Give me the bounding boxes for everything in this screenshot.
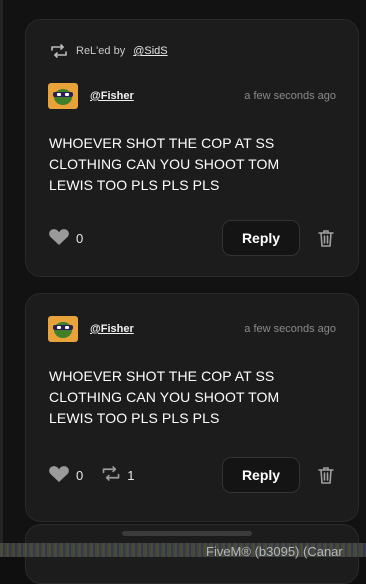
post-header: @Fisher a few seconds ago — [48, 316, 336, 342]
relay-user-link[interactable]: @SidS — [133, 45, 167, 57]
post-timestamp: a few seconds ago — [244, 90, 336, 102]
reply-button[interactable]: Reply — [222, 457, 300, 493]
window-edge — [0, 0, 3, 557]
relay-count: 1 — [127, 467, 135, 483]
post-actions: 0 1 Reply — [48, 456, 336, 494]
trash-icon[interactable] — [316, 228, 336, 248]
avatar[interactable] — [48, 83, 78, 109]
username-link[interactable]: @Fisher — [90, 90, 134, 102]
post-actions: 0 Reply — [48, 219, 336, 257]
scroll-handle[interactable] — [122, 531, 252, 536]
avatar[interactable] — [48, 316, 78, 342]
like-button[interactable]: 0 — [48, 228, 83, 249]
heart-icon — [48, 228, 70, 249]
relay-info: ReL'ed by @SidS — [50, 44, 168, 58]
post-timestamp: a few seconds ago — [244, 323, 336, 335]
post-message: WHOEVER SHOT THE COP AT SS CLOTHING CAN … — [49, 368, 280, 426]
feed: ReL'ed by @SidS @Fisher a few seconds ag… — [0, 0, 366, 584]
like-button[interactable]: 0 — [48, 465, 83, 486]
relay-icon — [50, 44, 68, 58]
relay-label: ReL'ed by — [76, 45, 126, 57]
like-count: 0 — [76, 230, 84, 246]
post-card: ReL'ed by @SidS @Fisher a few seconds ag… — [25, 19, 359, 277]
username-link[interactable]: @Fisher — [90, 323, 134, 335]
reply-button[interactable]: Reply — [222, 220, 300, 256]
like-count: 0 — [76, 467, 84, 483]
relay-button[interactable]: 1 — [101, 466, 134, 484]
heart-icon — [48, 465, 70, 486]
post-header: @Fisher a few seconds ago — [48, 83, 336, 109]
trash-icon[interactable] — [316, 465, 336, 485]
relay-icon — [101, 466, 121, 484]
post-card: @Fisher a few seconds ago WHOEVER SHOT T… — [25, 293, 359, 522]
post-message: WHOEVER SHOT THE COP AT SS CLOTHING CAN … — [49, 135, 280, 193]
